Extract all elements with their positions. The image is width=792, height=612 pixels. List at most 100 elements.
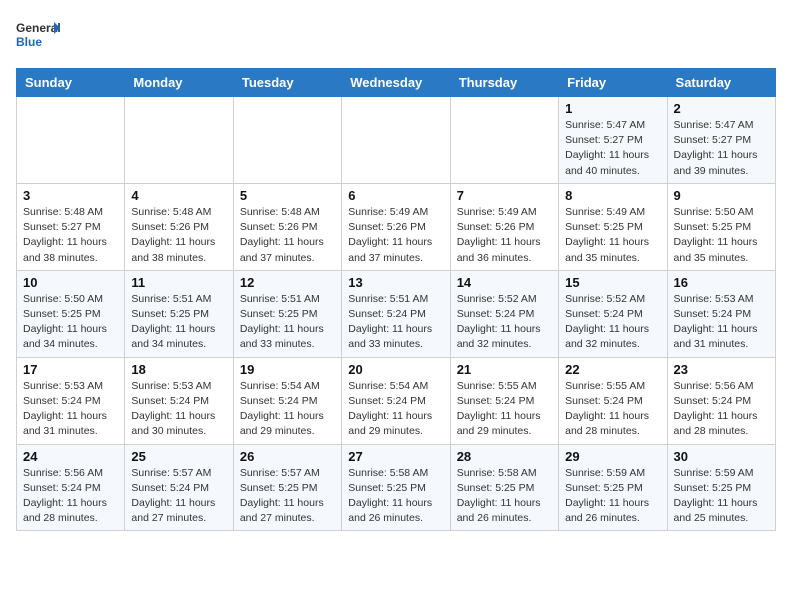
day-number: 28 <box>457 449 552 464</box>
weekday-header-friday: Friday <box>559 69 667 97</box>
calendar-week-row: 24Sunrise: 5:56 AM Sunset: 5:24 PM Dayli… <box>17 444 776 531</box>
day-info: Sunrise: 5:51 AM Sunset: 5:24 PM Dayligh… <box>348 292 443 353</box>
calendar-week-row: 3 Sunrise: 5:48 AM Sunset: 5:27 PM Daylig… <box>17 183 776 270</box>
calendar-cell: 15 Sunrise: 5:52 AM Sunset: 5:24 PM Dayli… <box>559 270 667 357</box>
day-number: 3 <box>23 188 118 203</box>
day-number: 16 <box>674 275 769 290</box>
calendar-cell: 17 Sunrise: 5:53 AM Sunset: 5:24 PM Dayli… <box>17 357 125 444</box>
logo: General Blue <box>16 16 60 60</box>
svg-text:General: General <box>16 21 60 35</box>
calendar-week-row: 17 Sunrise: 5:53 AM Sunset: 5:24 PM Dayli… <box>17 357 776 444</box>
day-number: 29 <box>565 449 660 464</box>
day-info: Sunrise: 5:47 AM Sunset: 5:27 PM Dayligh… <box>674 118 769 179</box>
weekday-header-sunday: Sunday <box>17 69 125 97</box>
day-number: 2 <box>674 101 769 116</box>
day-number: 7 <box>457 188 552 203</box>
day-number: 22 <box>565 362 660 377</box>
weekday-header-thursday: Thursday <box>450 69 558 97</box>
day-number: 13 <box>348 275 443 290</box>
calendar-cell: 7 Sunrise: 5:49 AM Sunset: 5:26 PM Daylig… <box>450 183 558 270</box>
calendar-cell: 24Sunrise: 5:56 AM Sunset: 5:24 PM Dayli… <box>17 444 125 531</box>
day-number: 25 <box>131 449 226 464</box>
day-info: Sunrise: 5:50 AM Sunset: 5:25 PM Dayligh… <box>674 205 769 266</box>
weekday-header-saturday: Saturday <box>667 69 775 97</box>
day-info: Sunrise: 5:49 AM Sunset: 5:25 PM Dayligh… <box>565 205 660 266</box>
calendar-cell: 21 Sunrise: 5:55 AM Sunset: 5:24 PM Dayli… <box>450 357 558 444</box>
calendar-cell: 8 Sunrise: 5:49 AM Sunset: 5:25 PM Daylig… <box>559 183 667 270</box>
day-info: Sunrise: 5:53 AM Sunset: 5:24 PM Dayligh… <box>23 379 118 440</box>
day-number: 5 <box>240 188 335 203</box>
day-number: 17 <box>23 362 118 377</box>
weekday-header-wednesday: Wednesday <box>342 69 450 97</box>
day-number: 20 <box>348 362 443 377</box>
day-number: 30 <box>674 449 769 464</box>
day-number: 14 <box>457 275 552 290</box>
calendar-cell: 16 Sunrise: 5:53 AM Sunset: 5:24 PM Dayli… <box>667 270 775 357</box>
day-number: 27 <box>348 449 443 464</box>
day-info: Sunrise: 5:48 AM Sunset: 5:26 PM Dayligh… <box>131 205 226 266</box>
calendar-cell: 25 Sunrise: 5:57 AM Sunset: 5:24 PM Dayli… <box>125 444 233 531</box>
calendar-cell: 29 Sunrise: 5:59 AM Sunset: 5:25 PM Dayli… <box>559 444 667 531</box>
calendar-cell: 10Sunrise: 5:50 AM Sunset: 5:25 PM Dayli… <box>17 270 125 357</box>
calendar-cell <box>450 97 558 184</box>
day-info: Sunrise: 5:50 AM Sunset: 5:25 PM Dayligh… <box>23 292 118 353</box>
calendar-cell: 5 Sunrise: 5:48 AM Sunset: 5:26 PM Daylig… <box>233 183 341 270</box>
day-info: Sunrise: 5:58 AM Sunset: 5:25 PM Dayligh… <box>457 466 552 527</box>
day-info: Sunrise: 5:55 AM Sunset: 5:24 PM Dayligh… <box>457 379 552 440</box>
day-info: Sunrise: 5:53 AM Sunset: 5:24 PM Dayligh… <box>131 379 226 440</box>
calendar-cell <box>17 97 125 184</box>
calendar-cell: 28 Sunrise: 5:58 AM Sunset: 5:25 PM Dayli… <box>450 444 558 531</box>
calendar-cell: 14 Sunrise: 5:52 AM Sunset: 5:24 PM Dayli… <box>450 270 558 357</box>
day-info: Sunrise: 5:57 AM Sunset: 5:24 PM Dayligh… <box>131 466 226 527</box>
day-info: Sunrise: 5:59 AM Sunset: 5:25 PM Dayligh… <box>565 466 660 527</box>
calendar-cell: 30 Sunrise: 5:59 AM Sunset: 5:25 PM Dayli… <box>667 444 775 531</box>
day-info: Sunrise: 5:54 AM Sunset: 5:24 PM Dayligh… <box>240 379 335 440</box>
calendar-cell: 23 Sunrise: 5:56 AM Sunset: 5:24 PM Dayli… <box>667 357 775 444</box>
calendar-header-row: SundayMondayTuesdayWednesdayThursdayFrid… <box>17 69 776 97</box>
day-info: Sunrise: 5:48 AM Sunset: 5:26 PM Dayligh… <box>240 205 335 266</box>
calendar-cell <box>342 97 450 184</box>
day-info: Sunrise: 5:56 AM Sunset: 5:24 PM Dayligh… <box>674 379 769 440</box>
calendar-cell <box>233 97 341 184</box>
svg-text:Blue: Blue <box>16 35 42 49</box>
day-number: 15 <box>565 275 660 290</box>
calendar-cell: 19 Sunrise: 5:54 AM Sunset: 5:24 PM Dayli… <box>233 357 341 444</box>
day-info: Sunrise: 5:52 AM Sunset: 5:24 PM Dayligh… <box>565 292 660 353</box>
calendar-cell: 27 Sunrise: 5:58 AM Sunset: 5:25 PM Dayli… <box>342 444 450 531</box>
calendar-week-row: 1Sunrise: 5:47 AM Sunset: 5:27 PM Daylig… <box>17 97 776 184</box>
day-number: 24 <box>23 449 118 464</box>
day-number: 4 <box>131 188 226 203</box>
calendar-cell <box>125 97 233 184</box>
calendar-cell: 6Sunrise: 5:49 AM Sunset: 5:26 PM Daylig… <box>342 183 450 270</box>
weekday-header-tuesday: Tuesday <box>233 69 341 97</box>
calendar-cell: 4 Sunrise: 5:48 AM Sunset: 5:26 PM Daylig… <box>125 183 233 270</box>
calendar-cell: 11Sunrise: 5:51 AM Sunset: 5:25 PM Dayli… <box>125 270 233 357</box>
day-number: 23 <box>674 362 769 377</box>
day-number: 19 <box>240 362 335 377</box>
calendar-cell: 26Sunrise: 5:57 AM Sunset: 5:25 PM Dayli… <box>233 444 341 531</box>
day-info: Sunrise: 5:58 AM Sunset: 5:25 PM Dayligh… <box>348 466 443 527</box>
calendar-table: SundayMondayTuesdayWednesdayThursdayFrid… <box>16 68 776 531</box>
calendar-cell: 18 Sunrise: 5:53 AM Sunset: 5:24 PM Dayli… <box>125 357 233 444</box>
day-number: 18 <box>131 362 226 377</box>
calendar-cell: 2 Sunrise: 5:47 AM Sunset: 5:27 PM Daylig… <box>667 97 775 184</box>
day-info: Sunrise: 5:47 AM Sunset: 5:27 PM Dayligh… <box>565 118 660 179</box>
calendar-week-row: 10Sunrise: 5:50 AM Sunset: 5:25 PM Dayli… <box>17 270 776 357</box>
calendar-cell: 1Sunrise: 5:47 AM Sunset: 5:27 PM Daylig… <box>559 97 667 184</box>
day-info: Sunrise: 5:49 AM Sunset: 5:26 PM Dayligh… <box>457 205 552 266</box>
logo-svg: General Blue <box>16 16 60 60</box>
day-number: 8 <box>565 188 660 203</box>
weekday-header-monday: Monday <box>125 69 233 97</box>
day-info: Sunrise: 5:52 AM Sunset: 5:24 PM Dayligh… <box>457 292 552 353</box>
day-info: Sunrise: 5:57 AM Sunset: 5:25 PM Dayligh… <box>240 466 335 527</box>
calendar-cell: 12Sunrise: 5:51 AM Sunset: 5:25 PM Dayli… <box>233 270 341 357</box>
day-number: 6 <box>348 188 443 203</box>
day-info: Sunrise: 5:55 AM Sunset: 5:24 PM Dayligh… <box>565 379 660 440</box>
calendar-cell: 22 Sunrise: 5:55 AM Sunset: 5:24 PM Dayli… <box>559 357 667 444</box>
calendar-cell: 9Sunrise: 5:50 AM Sunset: 5:25 PM Daylig… <box>667 183 775 270</box>
day-info: Sunrise: 5:59 AM Sunset: 5:25 PM Dayligh… <box>674 466 769 527</box>
day-number: 21 <box>457 362 552 377</box>
page-header: General Blue <box>16 16 776 60</box>
day-info: Sunrise: 5:53 AM Sunset: 5:24 PM Dayligh… <box>674 292 769 353</box>
day-info: Sunrise: 5:48 AM Sunset: 5:27 PM Dayligh… <box>23 205 118 266</box>
